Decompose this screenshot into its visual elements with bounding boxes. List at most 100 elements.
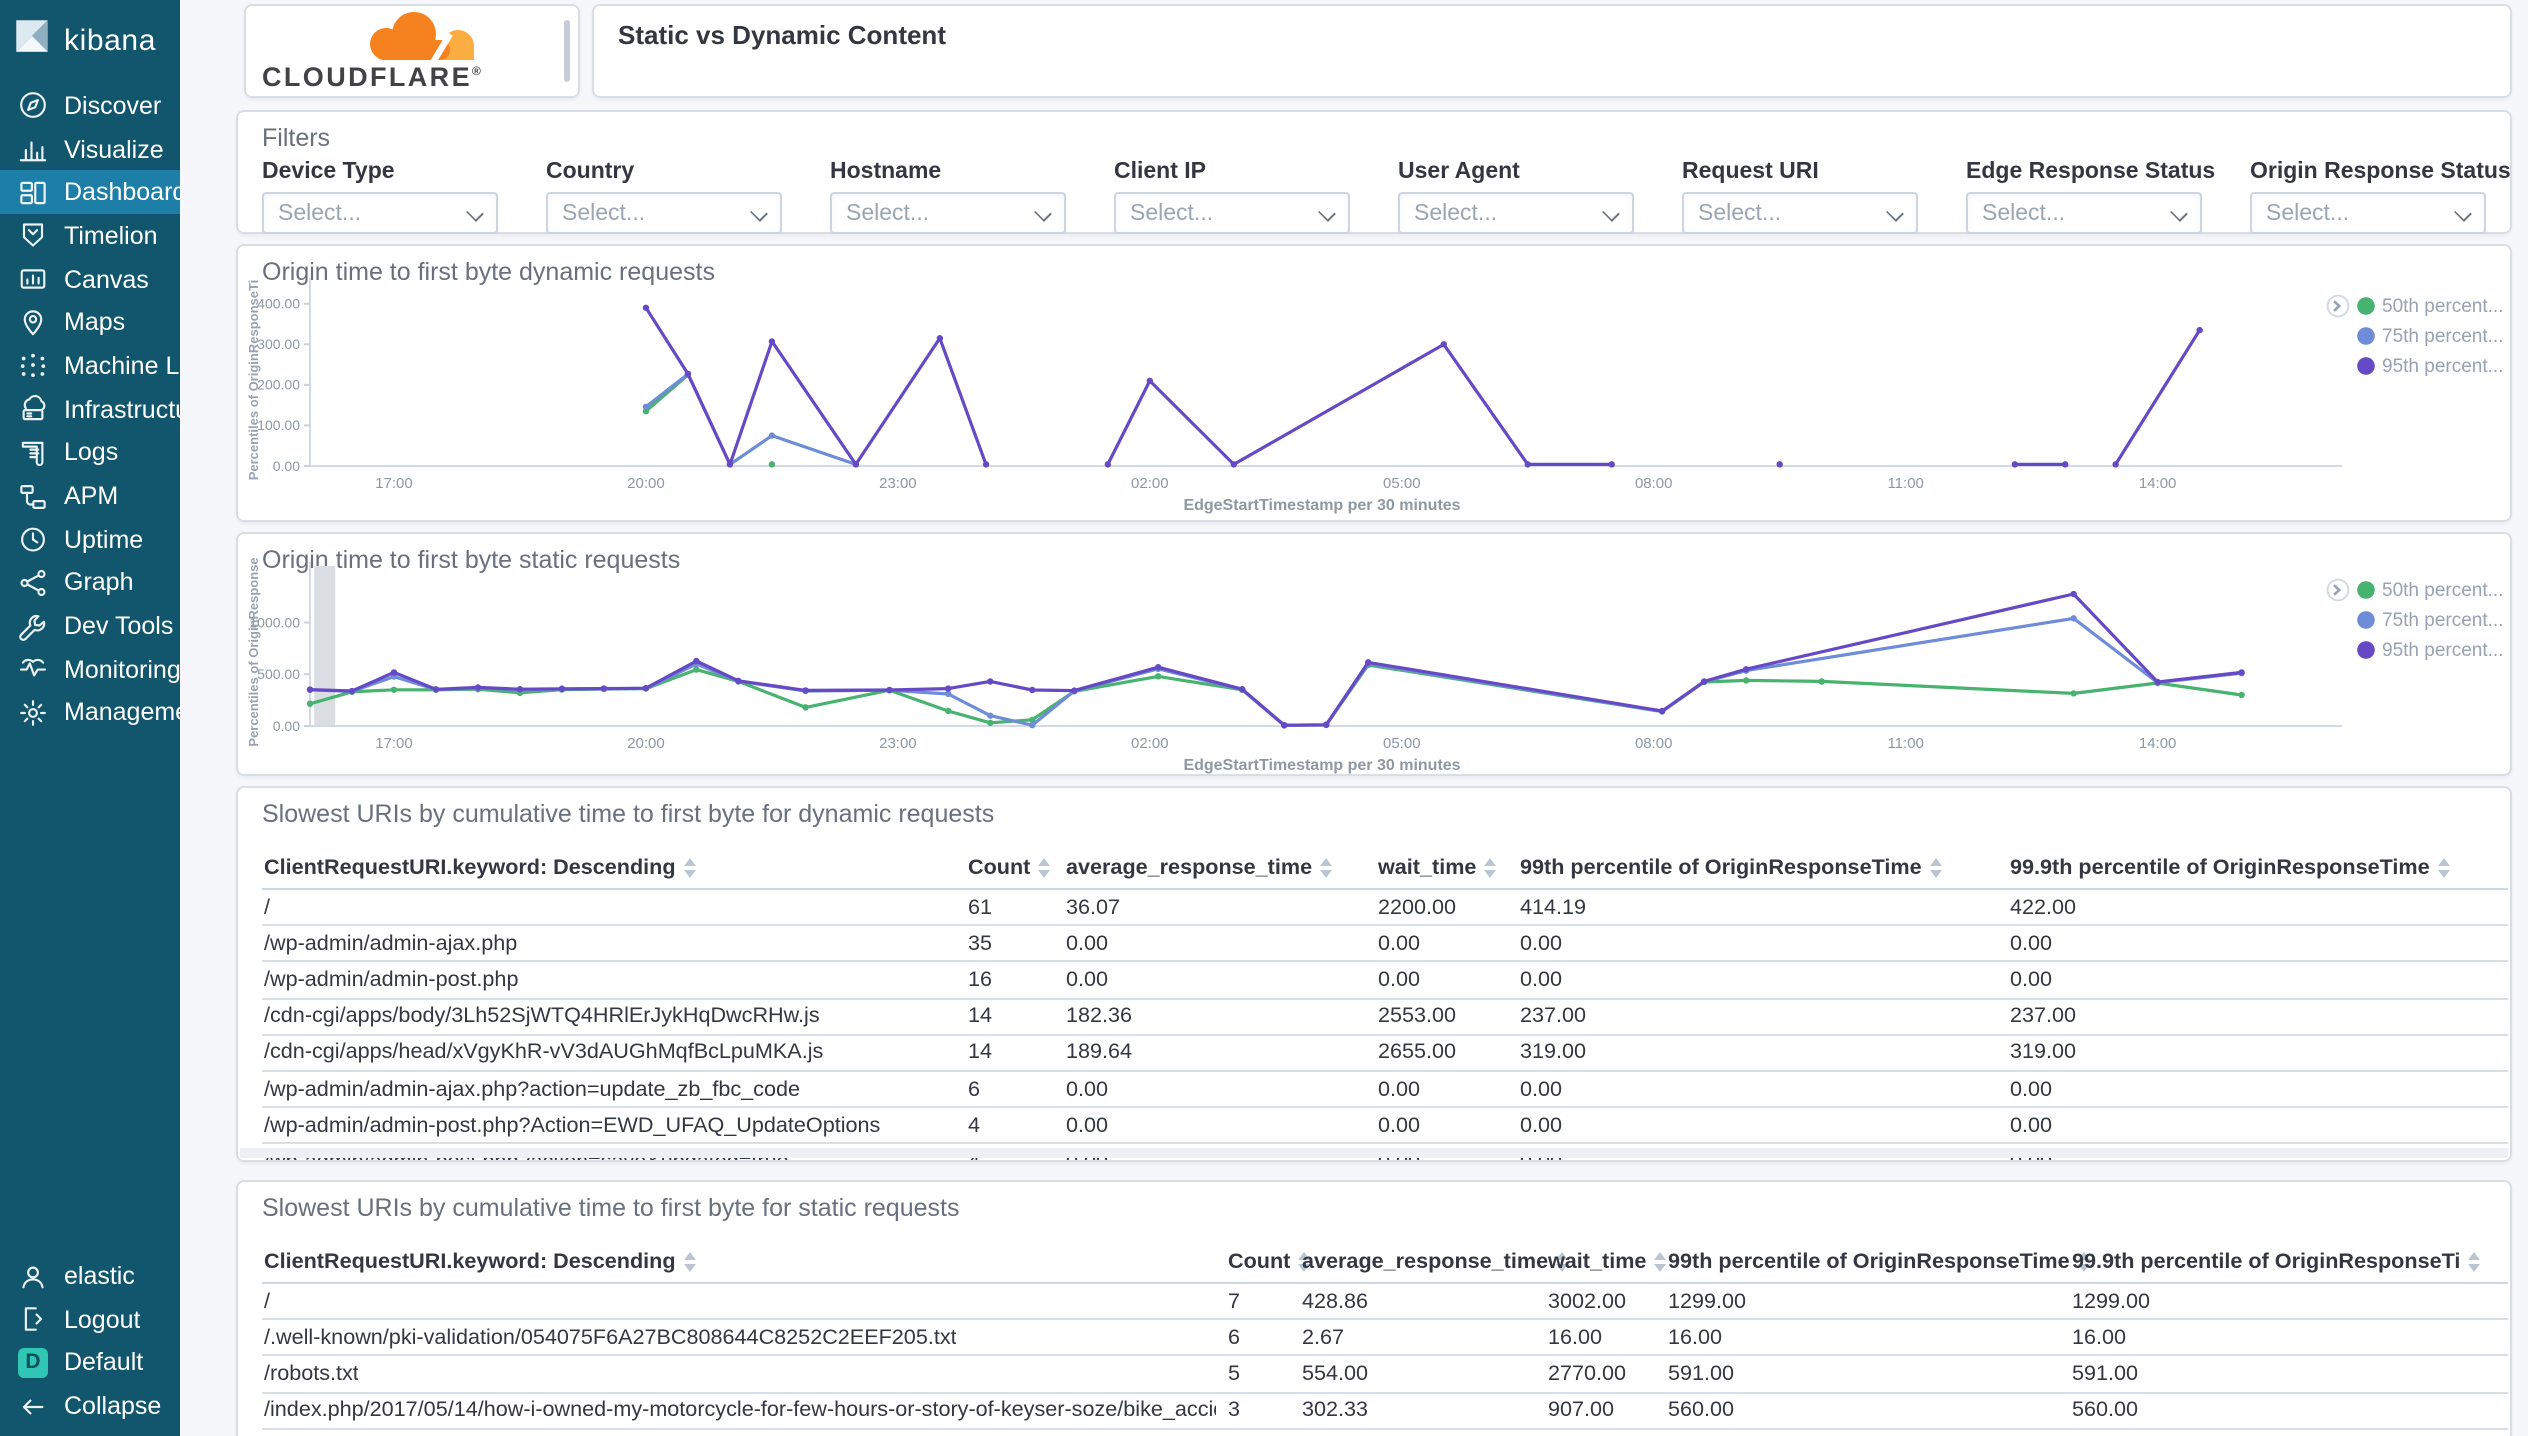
sidebar-item-uptime[interactable]: Uptime xyxy=(0,518,180,561)
sidebar-item-maps[interactable]: Maps xyxy=(0,301,180,344)
sidebar-item-label: Logs xyxy=(64,438,119,467)
sidebar-footer-label: Logout xyxy=(64,1305,141,1334)
sidebar-item-label: Machine Le... xyxy=(64,351,180,380)
wrench-icon xyxy=(18,611,48,641)
svg-text:17:00: 17:00 xyxy=(375,735,413,752)
table-row[interactable]: /cdn-cgi/apps/body/3Lh52SjWTQ4HRlErJykHq… xyxy=(262,999,2508,1036)
sidebar-item-graph[interactable]: Graph xyxy=(0,561,180,604)
filter-label: Client IP xyxy=(1114,160,1207,184)
sidebar-item-logs[interactable]: Logs xyxy=(0,431,180,474)
table-row[interactable]: /.well-known/pki-validation/054075F6A27B… xyxy=(262,1320,2508,1357)
column-header[interactable]: average_response_time xyxy=(1302,1242,1570,1282)
sidebar-footer-default[interactable]: D Default xyxy=(0,1341,180,1384)
sort-icon[interactable] xyxy=(683,1252,698,1272)
sidebar: kibana Discover Visualize Dashboard Timelio… xyxy=(0,0,180,1436)
sort-icon[interactable] xyxy=(1929,858,1944,878)
sidebar-item-machine-le[interactable]: Machine Le... xyxy=(0,344,180,387)
sidebar-item-apm[interactable]: APM xyxy=(0,474,180,517)
select-placeholder: Select... xyxy=(846,201,930,225)
uri-cell: / xyxy=(264,895,270,920)
sort-icon[interactable] xyxy=(1038,858,1052,878)
sort-icon[interactable] xyxy=(1654,1252,1668,1272)
sidebar-footer-elastic[interactable]: elastic xyxy=(0,1255,180,1298)
sidebar-item-label: APM xyxy=(64,482,119,511)
column-header[interactable]: 99.9th percentile of OriginResponseTime xyxy=(2010,848,2452,888)
table-row[interactable]: /cdn-cgi/apps/head/xVgyKhR-vV3dAUGhMqfBc… xyxy=(262,1036,2508,1072)
sidebar-item-management[interactable]: Management xyxy=(0,691,180,734)
filter-select[interactable]: Select... xyxy=(262,192,498,234)
value-cell: 319.00 xyxy=(1520,1040,1587,1065)
select-placeholder: Select... xyxy=(278,201,362,225)
sidebar-item-discover[interactable]: Discover xyxy=(0,84,180,127)
filter-select[interactable]: Select... xyxy=(830,192,1066,234)
column-header[interactable]: Count xyxy=(1228,1242,1312,1282)
sidebar-item-dashboard[interactable]: Dashboard xyxy=(0,170,180,215)
filter-select[interactable]: Select... xyxy=(1114,192,1350,234)
sort-icon[interactable] xyxy=(2437,858,2452,878)
value-cell: 0.00 xyxy=(1520,967,1563,992)
column-header[interactable]: average_response_time xyxy=(1066,848,1334,888)
brand-text: kibana xyxy=(64,24,157,58)
table-row[interactable]: /robots.txt 5 554.00 2770.00 591.00 591.00 xyxy=(262,1357,2508,1394)
panel-scrollbar[interactable] xyxy=(564,20,570,82)
value-cell: 5 xyxy=(1228,1361,1241,1386)
value-cell: 0.00 xyxy=(1066,1077,1109,1102)
column-header[interactable]: 99th percentile of OriginResponseTime xyxy=(1668,1242,2092,1282)
table-row[interactable]: /index.php/author/camiliame/3 377.00 1131.… xyxy=(262,1430,2508,1436)
filter-select[interactable]: Select... xyxy=(1398,192,1634,234)
sidebar-footer-logout[interactable]: Logout xyxy=(0,1298,180,1341)
chevron-down-icon xyxy=(1318,204,1336,222)
filter-select[interactable]: Select... xyxy=(1682,192,1918,234)
horizontal-scrollbar[interactable] xyxy=(240,1148,2508,1158)
svg-text:20:00: 20:00 xyxy=(627,735,665,752)
uri-cell: /wp-admin/admin-ajax.php?action=update_z… xyxy=(264,1077,801,1102)
sort-icon[interactable] xyxy=(2468,1252,2482,1272)
filter-origin-response-status: Origin Response Status Select... xyxy=(2250,160,2511,234)
sidebar-item-dev-tools[interactable]: Dev Tools xyxy=(0,605,180,648)
select-placeholder: Select... xyxy=(1982,201,2066,225)
table-row[interactable]: /wp-admin/admin-ajax.php 35 0.00 0.00 0.00 0.… xyxy=(262,926,2508,963)
sidebar-item-timelion[interactable]: Timelion xyxy=(0,214,180,257)
table-row[interactable]: /wp-admin/admin-ajax.php?action=update_z… xyxy=(262,1072,2508,1109)
sidebar-item-canvas[interactable]: Canvas xyxy=(0,258,180,301)
legend-swatch xyxy=(2357,641,2375,659)
column-header[interactable]: ClientRequestURI.keyword: Descending xyxy=(264,848,698,888)
value-cell: 1299.00 xyxy=(1668,1289,1747,1314)
filter-select[interactable]: Select... xyxy=(1966,192,2202,234)
value-cell: 0.00 xyxy=(2010,1077,2053,1102)
legend-swatch xyxy=(2357,581,2375,599)
column-header[interactable]: ClientRequestURI.keyword: Descending xyxy=(264,1242,698,1282)
sort-icon[interactable] xyxy=(1320,858,1334,878)
value-cell: 302.33 xyxy=(1302,1398,1369,1423)
table-row[interactable]: /wp-admin/admin-post.php 16 0.00 0.00 0.00 0.… xyxy=(262,963,2508,1000)
table-row[interactable]: / 61 36.07 2200.00 414.19 422.00 xyxy=(262,890,2508,927)
value-cell: 0.00 xyxy=(2010,1113,2053,1138)
sidebar-item-monitoring[interactable]: Monitoring xyxy=(0,648,180,691)
legend-swatch xyxy=(2357,297,2375,315)
value-cell: 319.00 xyxy=(2010,1040,2077,1065)
sidebar-footer-label: Default xyxy=(64,1348,144,1377)
value-cell: 1131.00 xyxy=(1548,1430,1624,1436)
sidebar-footer-collapse[interactable]: Collapse xyxy=(0,1385,180,1428)
column-header[interactable]: 99th percentile of OriginResponseTime xyxy=(1520,848,1944,888)
sidebar-item-visualize[interactable]: Visualize xyxy=(0,127,180,170)
column-header[interactable]: Count xyxy=(968,848,1052,888)
sort-icon[interactable] xyxy=(1484,858,1498,878)
filter-select[interactable]: Select... xyxy=(2250,192,2486,234)
sidebar-item-infrastructure[interactable]: Infrastructure xyxy=(0,388,180,431)
sort-icon[interactable] xyxy=(683,858,698,878)
column-header[interactable]: 99.9th percentile of OriginResponseTi xyxy=(2072,1242,2482,1282)
table-title: Slowest URIs by cumulative time to first… xyxy=(262,1194,960,1222)
table-row[interactable]: /wp-admin/admin-post.php?Action=EWD_UFAQ… xyxy=(262,1108,2508,1145)
chevron-down-icon xyxy=(2170,204,2188,222)
table-row[interactable]: /index.php/2017/05/14/how-i-owned-my-mot… xyxy=(262,1393,2508,1430)
column-header[interactable]: wait_time xyxy=(1378,848,1498,888)
value-cell: 3002.00 xyxy=(1548,1289,1627,1314)
column-header[interactable]: wait_time xyxy=(1548,1242,1668,1282)
filter-country: Country Select... xyxy=(546,160,782,234)
value-cell: 0.00 xyxy=(2010,931,2053,956)
filter-select[interactable]: Select... xyxy=(546,192,782,234)
select-placeholder: Select... xyxy=(1414,201,1498,225)
value-cell: 422.00 xyxy=(2010,895,2077,920)
table-row[interactable]: / 7 428.86 3002.00 1299.00 1299.00 xyxy=(262,1284,2508,1321)
